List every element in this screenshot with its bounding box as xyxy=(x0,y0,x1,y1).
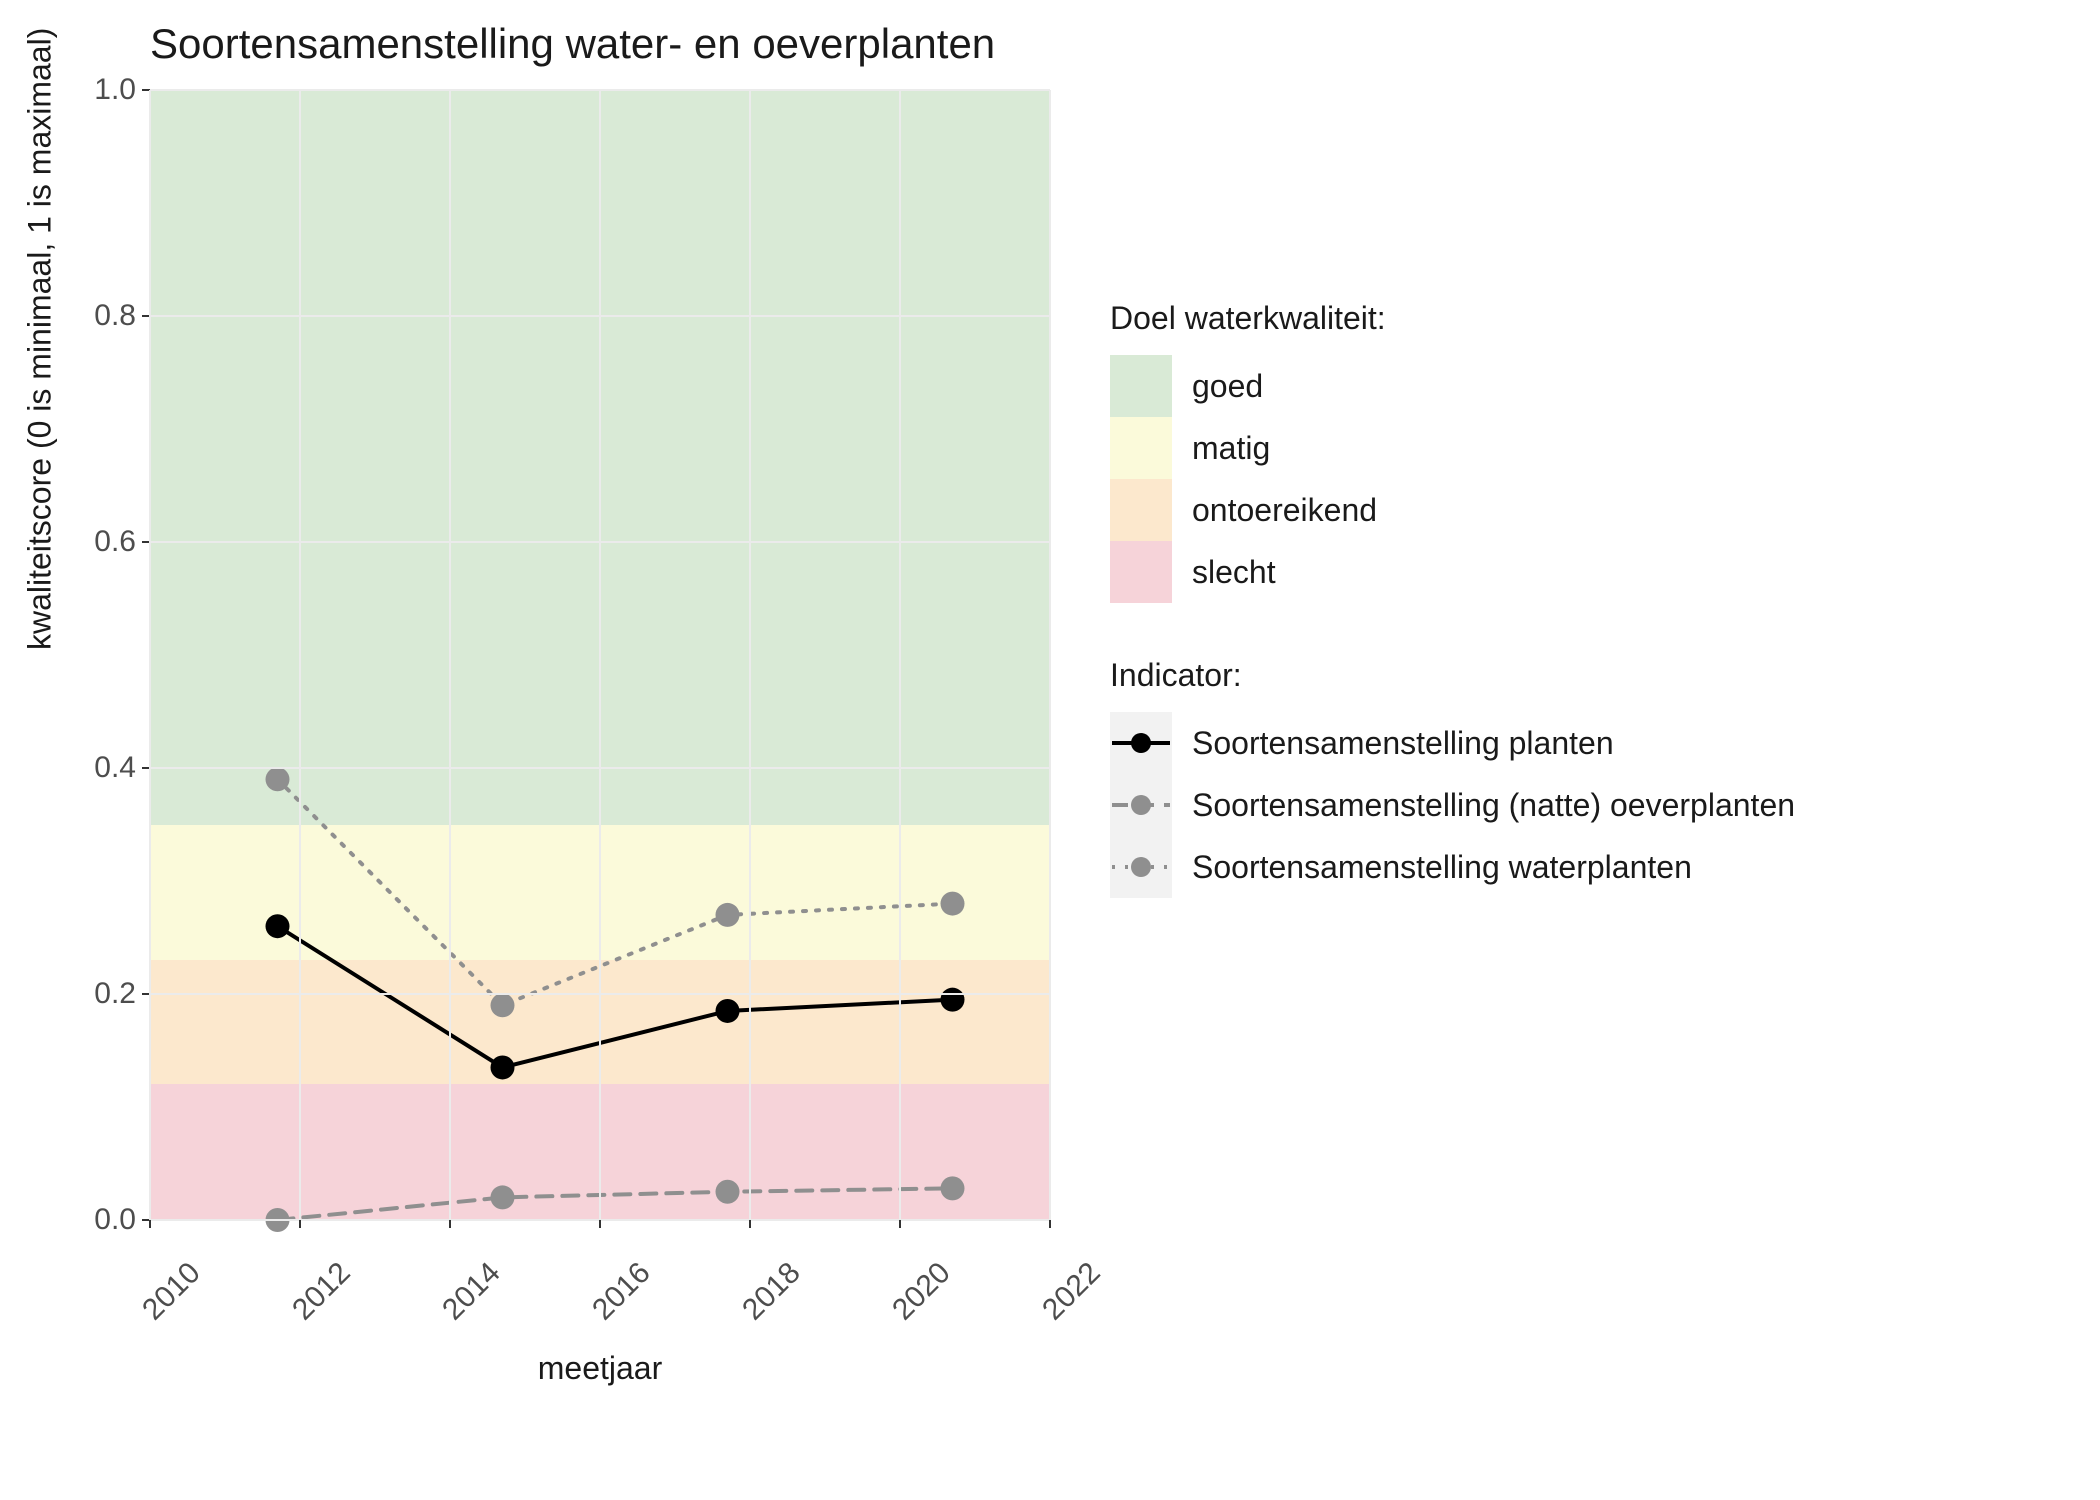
data-point xyxy=(941,1176,965,1200)
legend-swatch xyxy=(1110,479,1172,541)
legend-series-swatch xyxy=(1110,774,1172,836)
x-tick-label: 2022 xyxy=(1036,1256,1107,1327)
legend-indicator-item: Soortensamenstelling (natte) oeverplante… xyxy=(1110,774,1795,836)
legend-quality-label: goed xyxy=(1192,368,1263,405)
data-point xyxy=(491,993,515,1017)
x-tick-mark xyxy=(749,1220,751,1228)
x-tick-mark xyxy=(449,1220,451,1228)
legend-indicator-label: Soortensamenstelling (natte) oeverplante… xyxy=(1192,787,1795,824)
x-tick-label: 2020 xyxy=(886,1256,957,1327)
legend-swatch xyxy=(1110,541,1172,603)
gridline-v xyxy=(149,90,151,1220)
x-tick-label: 2016 xyxy=(586,1256,657,1327)
chart-container: Soortensamenstelling water- en oeverplan… xyxy=(0,0,2100,1500)
x-tick-label: 2014 xyxy=(436,1256,507,1327)
x-tick-label: 2018 xyxy=(736,1256,807,1327)
legend-quality-group: goed matig ontoereikend slecht xyxy=(1110,355,1795,603)
legend: Doel waterkwaliteit: goed matig ontoereike… xyxy=(1110,300,1795,898)
gridline-v xyxy=(749,90,751,1220)
gridline-v xyxy=(899,90,901,1220)
y-tick-label: 0.0 xyxy=(94,1203,136,1237)
legend-indicator-label: Soortensamenstelling waterplanten xyxy=(1192,849,1692,886)
y-tick-label: 0.8 xyxy=(94,299,136,333)
legend-quality-item: matig xyxy=(1110,417,1795,479)
plot-area: 0.00.20.40.60.81.02010201220142016201820… xyxy=(150,90,1050,1220)
legend-swatch xyxy=(1110,417,1172,479)
y-axis-label: kwaliteitscore (0 is minimaal, 1 is maxi… xyxy=(22,28,59,650)
legend-quality-item: slecht xyxy=(1110,541,1795,603)
legend-quality-item: ontoereikend xyxy=(1110,479,1795,541)
x-tick-mark xyxy=(599,1220,601,1228)
legend-quality-label: slecht xyxy=(1192,554,1276,591)
y-tick-label: 0.4 xyxy=(94,751,136,785)
chart-title: Soortensamenstelling water- en oeverplan… xyxy=(150,20,995,68)
gridline-v xyxy=(299,90,301,1220)
series-line-2 xyxy=(278,779,953,1005)
legend-quality-label: ontoereikend xyxy=(1192,492,1377,529)
x-tick-mark xyxy=(149,1220,151,1228)
legend-quality-title: Doel waterkwaliteit: xyxy=(1110,300,1795,337)
series-line-1 xyxy=(278,1188,953,1220)
x-tick-mark xyxy=(1049,1220,1051,1228)
gridline-v xyxy=(449,90,451,1220)
data-point xyxy=(266,767,290,791)
legend-quality-label: matig xyxy=(1192,430,1270,467)
x-axis-label: meetjaar xyxy=(150,1350,1050,1387)
x-tick-mark xyxy=(299,1220,301,1228)
data-point xyxy=(491,1185,515,1209)
y-tick-label: 0.6 xyxy=(94,525,136,559)
legend-indicator-item: Soortensamenstelling planten xyxy=(1110,712,1795,774)
gridline-v xyxy=(1049,90,1051,1220)
legend-quality-item: goed xyxy=(1110,355,1795,417)
data-point xyxy=(716,903,740,927)
x-tick-label: 2010 xyxy=(136,1256,207,1327)
data-point xyxy=(941,892,965,916)
y-tick-label: 0.2 xyxy=(94,977,136,1011)
legend-indicator-label: Soortensamenstelling planten xyxy=(1192,725,1614,762)
legend-series-swatch xyxy=(1110,712,1172,774)
legend-series-swatch xyxy=(1110,836,1172,898)
legend-indicator-group: Soortensamenstelling planten Soortensamen… xyxy=(1110,712,1795,898)
series-line-0 xyxy=(278,926,953,1067)
x-tick-label: 2012 xyxy=(286,1256,357,1327)
legend-indicator-item: Soortensamenstelling waterplanten xyxy=(1110,836,1795,898)
data-point xyxy=(716,1180,740,1204)
y-tick-label: 1.0 xyxy=(94,73,136,107)
data-point xyxy=(266,914,290,938)
x-tick-mark xyxy=(899,1220,901,1228)
legend-swatch xyxy=(1110,355,1172,417)
data-point xyxy=(716,999,740,1023)
legend-indicator-title: Indicator: xyxy=(1110,657,1795,694)
data-point xyxy=(491,1055,515,1079)
data-point xyxy=(941,988,965,1012)
gridline-v xyxy=(599,90,601,1220)
